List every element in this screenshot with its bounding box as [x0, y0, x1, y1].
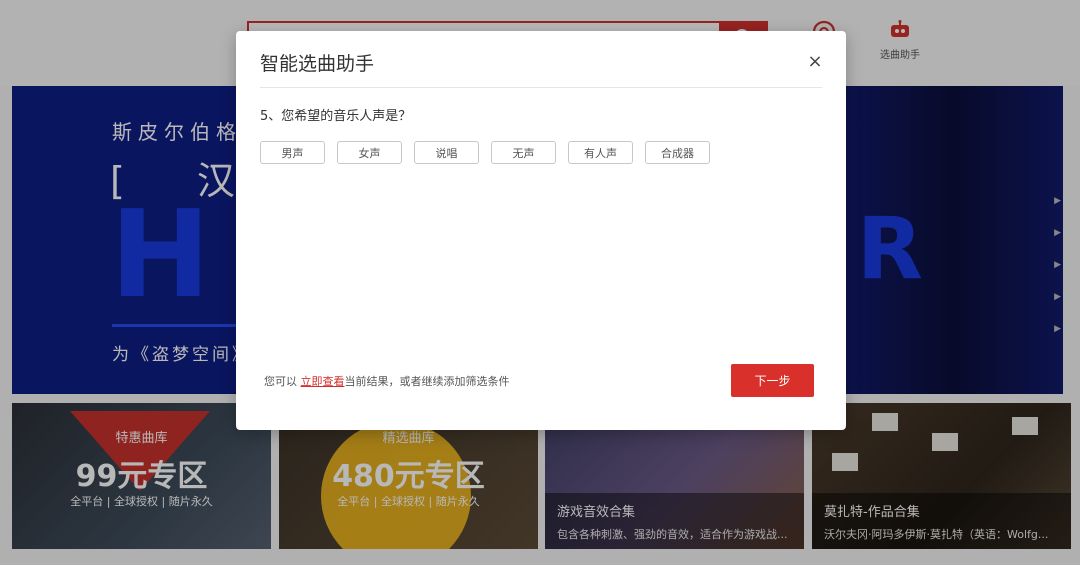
smart-song-assistant-dialog: 智能选曲助手 × 5、您希望的音乐人声是？ 男声 女声 说唱 无声 有人声 合成… — [236, 31, 846, 430]
close-icon[interactable]: × — [806, 53, 824, 71]
option-female-vocal[interactable]: 女声 — [337, 141, 402, 164]
dialog-title: 智能选曲助手 — [260, 53, 375, 75]
option-male-vocal[interactable]: 男声 — [260, 141, 325, 164]
vocal-options: 男声 女声 说唱 无声 有人声 合成器 — [260, 141, 710, 164]
footer-prefix: 您可以 — [264, 375, 301, 388]
view-now-link[interactable]: 立即查看 — [301, 375, 345, 388]
footer-suffix: 当前结果，或者继续添加筛选条件 — [344, 375, 510, 388]
option-with-vocal[interactable]: 有人声 — [568, 141, 633, 164]
next-step-button[interactable]: 下一步 — [731, 364, 814, 397]
footer-hint: 您可以 立即查看当前结果，或者继续添加筛选条件 — [264, 373, 510, 389]
option-synthesizer[interactable]: 合成器 — [645, 141, 710, 164]
question-text: 5、您希望的音乐人声是？ — [260, 109, 412, 124]
divider — [260, 87, 822, 88]
option-no-vocal[interactable]: 无声 — [491, 141, 556, 164]
option-rap[interactable]: 说唱 — [414, 141, 479, 164]
